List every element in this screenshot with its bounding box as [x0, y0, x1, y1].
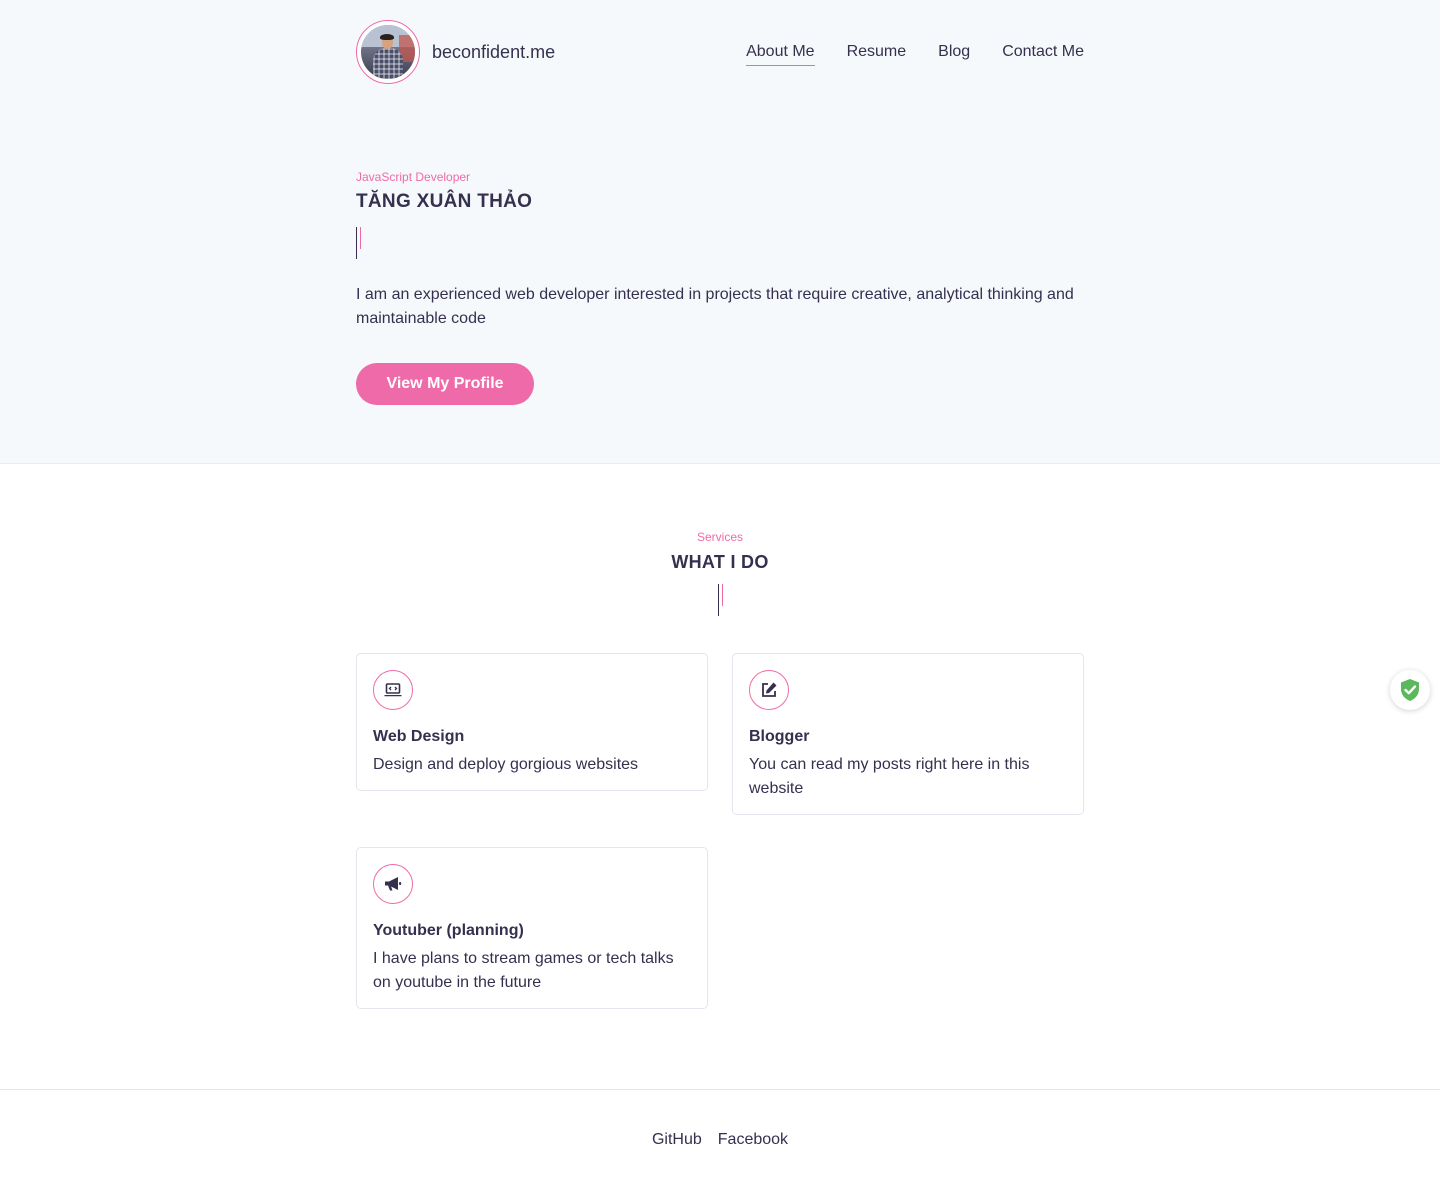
footer: GitHub Facebook [0, 1130, 1440, 1150]
footer-link-facebook[interactable]: Facebook [718, 1130, 788, 1150]
brand-name: beconfident.me [432, 41, 556, 62]
intro: JavaScript Developer TĂNG XUÂN THẢO I am… [356, 170, 1084, 405]
nav-item-resume[interactable]: Resume [847, 42, 907, 66]
view-profile-button[interactable]: View My Profile [356, 363, 534, 405]
hero-section: beconfident.me About Me Resume Blog Cont… [0, 0, 1440, 464]
shield-check-badge[interactable] [1390, 670, 1430, 710]
role-label: JavaScript Developer [356, 170, 471, 184]
avatar-photo [361, 25, 415, 79]
edit-icon [749, 670, 789, 710]
service-title: Blogger [749, 728, 810, 745]
services-title: WHAT I DO [671, 552, 769, 572]
megaphone-icon [373, 864, 413, 904]
nav-item-blog[interactable]: Blog [938, 42, 970, 66]
person-name: TĂNG XUÂN THẢO [356, 191, 533, 212]
service-desc: You can read my posts right here in this… [749, 756, 1030, 797]
footer-link-github[interactable]: GitHub [652, 1130, 702, 1150]
service-desc: I have plans to stream games or tech tal… [373, 950, 674, 991]
service-card-web-design: Web Design Design and deploy gorgious we… [356, 653, 708, 791]
shield-check-icon [1401, 679, 1419, 701]
bio-text: I am an experienced web developer intere… [356, 286, 1074, 327]
brand-link[interactable]: beconfident.me [356, 20, 555, 84]
nav-item-contact-me[interactable]: Contact Me [1002, 42, 1084, 66]
services-divider [718, 584, 726, 616]
services-eyebrow: Services [696, 530, 743, 544]
main-nav: About Me Resume Blog Contact Me [746, 42, 1084, 66]
heading-divider [356, 227, 364, 259]
footer-divider [0, 1089, 1440, 1090]
service-card-blogger: Blogger You can read my posts right here… [732, 653, 1084, 815]
laptop-code-icon [373, 670, 413, 710]
nav-item-about-me[interactable]: About Me [746, 42, 815, 66]
service-title: Youtuber (planning) [373, 922, 524, 939]
service-desc: Design and deploy gorgious websites [373, 756, 639, 773]
services-header: Services WHAT I DO [0, 530, 1440, 616]
avatar [356, 20, 420, 84]
service-card-youtuber: Youtuber (planning) I have plans to stre… [356, 847, 708, 1009]
service-title: Web Design [373, 728, 465, 745]
